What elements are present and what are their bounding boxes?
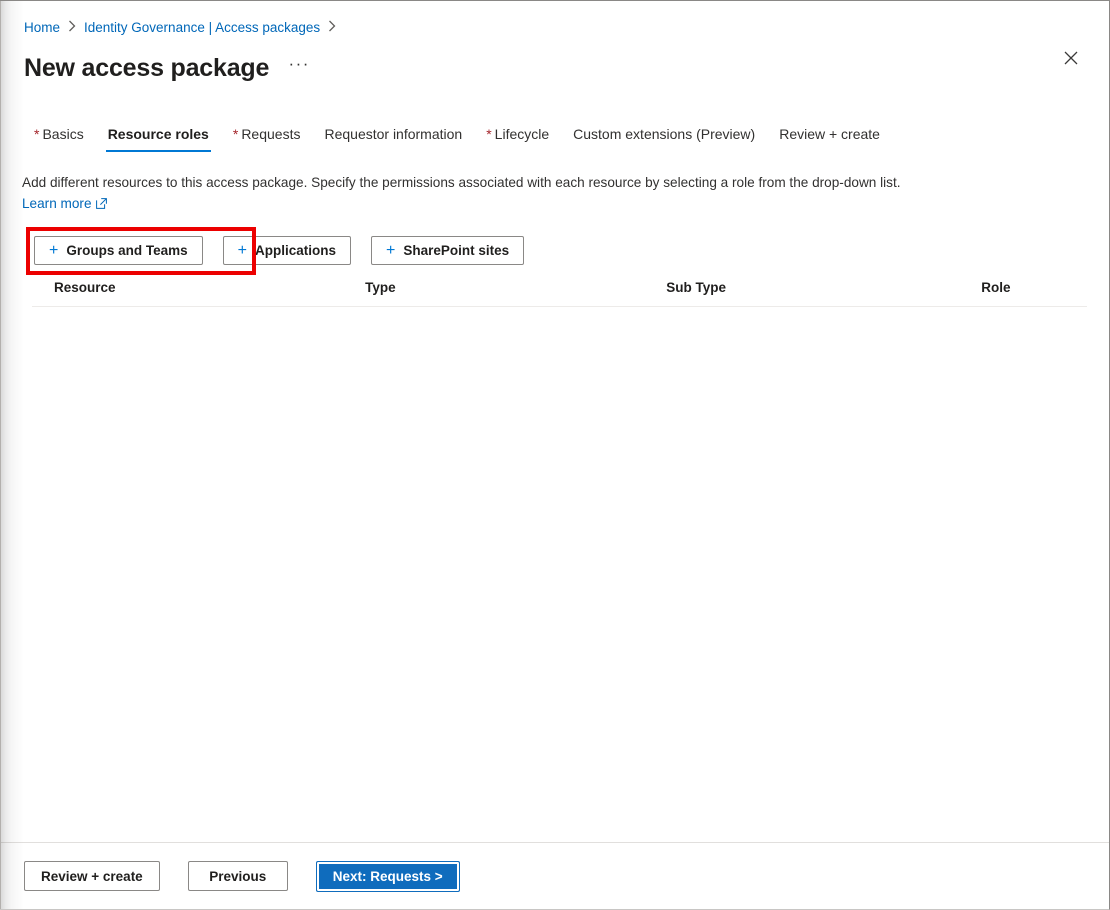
tab-lifecycle-label: Lifecycle — [494, 126, 550, 142]
resource-command-bar: + Groups and Teams + Applications + SharePo… — [22, 227, 1087, 275]
add-sharepoint-sites-label: SharePoint sites — [403, 243, 510, 258]
plus-icon: + — [49, 241, 59, 259]
tab-requests-label: Requests — [241, 126, 301, 142]
table-header-row: Resource Type Sub Type Role — [32, 280, 1087, 307]
required-asterisk-basics: * — [34, 126, 40, 142]
plus-icon-3: + — [385, 241, 396, 259]
page-title: New access package — [24, 54, 270, 82]
tab-custom-extensions[interactable]: Custom extensions (Preview) — [561, 125, 767, 152]
plus-icon-2: + — [237, 241, 247, 259]
breadcrumb: Home Identity Governance | Access packag… — [0, 1, 1109, 38]
tab-resource-roles[interactable]: Resource roles — [96, 125, 221, 152]
table-body-empty — [32, 307, 1087, 427]
breadcrumb-item-identity-governance[interactable]: Identity Governance | Access packages — [84, 20, 320, 35]
wizard-tabs: * Basics Resource roles * Requests Request… — [0, 119, 1109, 152]
add-groups-and-teams-button[interactable]: + Groups and Teams — [34, 236, 203, 265]
close-icon[interactable] — [1055, 42, 1087, 74]
review-create-button[interactable]: Review + create — [24, 861, 160, 891]
tab-requestor-information-label: Requestor information — [324, 126, 463, 142]
blade-title-row: New access package ··· — [0, 38, 1109, 90]
resource-roles-table: Resource Type Sub Type Role — [22, 280, 1087, 427]
tab-custom-extensions-label: Custom extensions (Preview) — [573, 126, 756, 142]
column-header-resource: Resource — [54, 280, 116, 295]
chevron-right-icon-2 — [328, 20, 336, 32]
required-asterisk-requests: * — [232, 126, 239, 142]
tab-requests[interactable]: * Requests — [221, 125, 313, 152]
breadcrumb-item-home[interactable]: Home — [24, 20, 60, 35]
required-asterisk-lifecycle: * — [486, 126, 492, 142]
column-header-role: Role — [981, 280, 1011, 295]
column-header-type: Type — [365, 280, 396, 295]
add-applications-label: Applications — [254, 243, 336, 258]
add-groups-and-teams-label: Groups and Teams — [66, 243, 188, 258]
more-options-icon[interactable]: ··· — [285, 54, 313, 82]
learn-more-label: Learn more — [22, 196, 92, 211]
blade-content: Add different resources to this access p… — [0, 152, 1109, 842]
tab-resource-roles-label: Resource roles — [107, 126, 209, 142]
add-sharepoint-sites-button[interactable]: + SharePoint sites — [370, 236, 525, 265]
tab-requestor-information[interactable]: Requestor information — [312, 125, 474, 152]
previous-button[interactable]: Previous — [187, 861, 288, 891]
tab-review-create[interactable]: Review + create — [767, 125, 892, 152]
tab-basics-label: Basics — [42, 126, 84, 142]
description-text: Add different resources to this access p… — [22, 175, 901, 190]
blade-new-access-package: Home Identity Governance | Access packag… — [0, 0, 1110, 910]
learn-more-link[interactable]: Learn more — [22, 196, 107, 211]
tab-basics[interactable]: * Basics — [22, 125, 96, 152]
tab-lifecycle[interactable]: * Lifecycle — [474, 125, 561, 152]
next-requests-button[interactable]: Next: Requests > — [315, 860, 460, 892]
chevron-right-icon — [68, 20, 76, 32]
external-link-icon — [95, 194, 107, 215]
add-applications-button[interactable]: + Applications — [222, 236, 351, 265]
column-header-sub-type: Sub Type — [666, 280, 726, 295]
section-description: Add different resources to this access p… — [22, 172, 942, 215]
wizard-footer: Review + create Previous Next: Requests … — [0, 842, 1109, 909]
tab-review-create-label: Review + create — [779, 126, 880, 142]
